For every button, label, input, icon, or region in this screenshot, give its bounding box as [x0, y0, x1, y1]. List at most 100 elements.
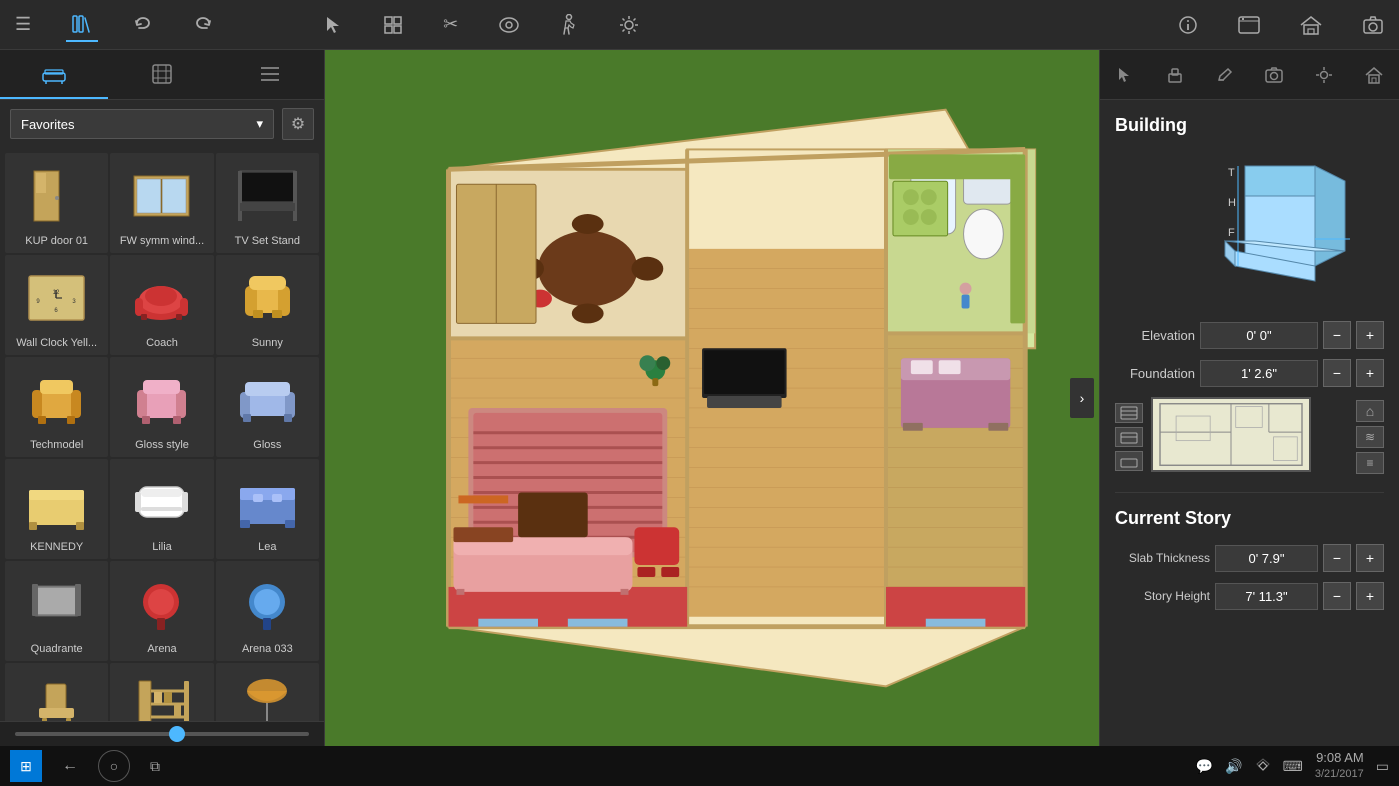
task-view-button[interactable]: ⧉: [145, 753, 165, 780]
elevation-value[interactable]: 0' 0": [1200, 322, 1318, 349]
slab-thickness-label: Slab Thickness: [1115, 551, 1210, 565]
size-slider-track[interactable]: [15, 732, 309, 736]
story-height-value[interactable]: 7' 11.3": [1215, 583, 1318, 610]
list-item[interactable]: FW symm wind...: [110, 153, 213, 253]
list-item[interactable]: [216, 663, 319, 721]
right-tab-pointer[interactable]: [1100, 50, 1150, 99]
back-button[interactable]: ←: [57, 752, 83, 780]
dropdown-arrow-icon: ▾: [256, 116, 263, 132]
list-item[interactable]: Gloss: [216, 357, 319, 457]
chat-icon[interactable]: 💬: [1196, 758, 1213, 775]
item-lamp-img: [227, 671, 307, 721]
screenshot-icon[interactable]: [1233, 11, 1265, 39]
right-tab-sun[interactable]: [1299, 50, 1349, 99]
list-item[interactable]: Lea: [216, 459, 319, 559]
story-height-increase-btn[interactable]: +: [1356, 582, 1384, 610]
list-item[interactable]: Lilia: [110, 459, 213, 559]
filter-settings-button[interactable]: ⚙: [282, 108, 314, 140]
current-story-title: Current Story: [1115, 508, 1384, 529]
eye-icon[interactable]: [493, 12, 525, 38]
list-item[interactable]: Arena 033: [216, 561, 319, 661]
floor-plan-svg: [325, 50, 1099, 746]
list-item[interactable]: Coach: [110, 255, 213, 355]
right-panel: Building T H F E: [1099, 50, 1399, 746]
taskbar-clock[interactable]: 9:08 AM 3/21/2017: [1315, 750, 1364, 781]
right-tab-home[interactable]: [1349, 50, 1399, 99]
menu-icon[interactable]: ☰: [10, 9, 36, 40]
list-item[interactable]: Gloss style: [110, 357, 213, 457]
walk-icon[interactable]: [555, 9, 583, 41]
start-button[interactable]: ⊞: [10, 750, 42, 782]
clock-time: 9:08 AM: [1315, 750, 1364, 767]
floor-alt-icon[interactable]: ≋: [1356, 426, 1384, 448]
list-item[interactable]: Quadrante: [5, 561, 108, 661]
item-sunny-img: [227, 263, 307, 333]
list-item[interactable]: 12693 Wall Clock Yell...: [5, 255, 108, 355]
main-layout: Favorites ▾ ⚙ KUP door 01 FW symm wind..…: [0, 50, 1399, 746]
list-item[interactable]: TV Set Stand: [216, 153, 319, 253]
list-tab[interactable]: [216, 50, 324, 99]
item-label: Quadrante: [31, 643, 83, 656]
library-icon[interactable]: [66, 8, 98, 42]
list-item[interactable]: Techmodel: [5, 357, 108, 457]
item-label: Arena 033: [242, 643, 293, 656]
foundation-decrease-btn[interactable]: −: [1323, 359, 1351, 387]
item-kennedy-img: [17, 467, 97, 537]
elevation-decrease-btn[interactable]: −: [1323, 321, 1351, 349]
house-icon[interactable]: [1295, 10, 1327, 40]
right-tab-pencil[interactable]: [1200, 50, 1250, 99]
item-label: Gloss style: [135, 439, 189, 452]
scissors-icon[interactable]: ✂: [438, 9, 463, 40]
slab-increase-btn[interactable]: +: [1356, 544, 1384, 572]
foundation-increase-btn[interactable]: +: [1356, 359, 1384, 387]
notification-icon[interactable]: ▭: [1376, 758, 1389, 775]
floor-expand-icon[interactable]: ⌂: [1356, 400, 1384, 422]
network-icon[interactable]: [1255, 758, 1271, 775]
size-slider-thumb[interactable]: [169, 726, 185, 742]
center-canvas[interactable]: ›: [325, 50, 1099, 746]
foundation-value[interactable]: 1' 2.6": [1200, 360, 1318, 387]
panel-slider: [0, 721, 324, 746]
list-item[interactable]: KENNEDY: [5, 459, 108, 559]
right-panel-content: Building T H F E: [1100, 100, 1399, 746]
slab-thickness-value[interactable]: 0' 7.9": [1215, 545, 1318, 572]
favorites-dropdown[interactable]: Favorites ▾: [10, 109, 274, 139]
list-item[interactable]: [110, 663, 213, 721]
floor-list-icon[interactable]: ≡: [1356, 452, 1384, 474]
building-3d-visual: T H F E: [1115, 151, 1384, 301]
story-height-row: Story Height 7' 11.3" − +: [1115, 582, 1384, 610]
story-icon-2[interactable]: [1115, 427, 1143, 447]
list-item[interactable]: Arena: [110, 561, 213, 661]
story-icon-3[interactable]: [1115, 451, 1143, 471]
list-item[interactable]: KUP door 01: [5, 153, 108, 253]
item-label: Lilia: [152, 541, 172, 554]
taskbar: ⊞ ← ○ ⧉ 💬 🔊 ⌨ 9:08 AM 3/21/2017 ▭: [0, 746, 1399, 786]
list-item[interactable]: Sunny: [216, 255, 319, 355]
list-item[interactable]: [5, 663, 108, 721]
volume-icon[interactable]: 🔊: [1225, 758, 1242, 775]
items-grid: KUP door 01 FW symm wind... TV Set Stand…: [0, 148, 324, 721]
furniture-tab[interactable]: [0, 50, 108, 99]
edit-tab[interactable]: [108, 50, 216, 99]
undo-icon[interactable]: [128, 10, 158, 40]
item-gloss-style-img: [122, 365, 202, 435]
select-icon[interactable]: [318, 10, 348, 40]
slab-decrease-btn[interactable]: −: [1323, 544, 1351, 572]
right-tab-stamp[interactable]: [1150, 50, 1200, 99]
camera3d-icon[interactable]: [1357, 11, 1389, 39]
expand-panel-arrow[interactable]: ›: [1070, 378, 1094, 418]
search-button[interactable]: ○: [98, 750, 130, 782]
item-tv-stand-img: [227, 161, 307, 231]
redo-icon[interactable]: [188, 10, 218, 40]
right-tab-camera[interactable]: [1249, 50, 1299, 99]
elevation-increase-btn[interactable]: +: [1356, 321, 1384, 349]
story-icon-1[interactable]: [1115, 403, 1143, 423]
sun-icon[interactable]: [613, 9, 645, 41]
item-quadrante-img: [17, 569, 97, 639]
group-icon[interactable]: [378, 10, 408, 40]
keyboard-icon[interactable]: ⌨: [1283, 758, 1303, 775]
story-height-decrease-btn[interactable]: −: [1323, 582, 1351, 610]
info-icon[interactable]: [1173, 10, 1203, 40]
item-label: Coach: [146, 337, 178, 350]
item-kup-door-img: [17, 161, 97, 231]
